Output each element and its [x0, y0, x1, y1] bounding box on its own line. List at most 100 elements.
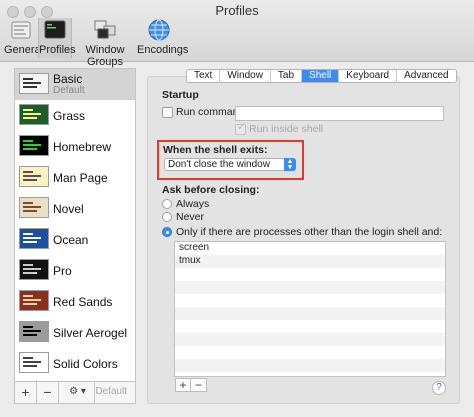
toolbar-encodings[interactable]: Encodings	[137, 18, 188, 58]
tab-window[interactable]: Window	[220, 70, 271, 82]
profile-name: Solid Colors	[53, 357, 118, 371]
profile-thumbnail-icon	[19, 197, 49, 218]
ask-always-radio[interactable]	[162, 199, 172, 209]
profile-thumbnail-icon	[19, 166, 49, 187]
popup-arrows-icon: ▲ ▼	[284, 158, 296, 171]
tab-text[interactable]: Text	[187, 70, 221, 82]
profile-row[interactable]: Basic Default	[15, 69, 135, 100]
process-list-item[interactable]: screen	[175, 242, 445, 255]
default-profile-button[interactable]: Default	[95, 386, 127, 397]
thumbnail-text-line	[23, 357, 33, 359]
tab-advanced[interactable]: Advanced	[397, 70, 455, 82]
profile-thumbnail-icon	[19, 73, 49, 94]
thumbnail-text-line	[23, 117, 37, 119]
thumbnail-text-line	[23, 113, 41, 115]
thumbnail-text-line	[23, 140, 33, 142]
toolbar-encodings-label: Encodings	[137, 44, 189, 56]
process-list-empty-row	[175, 333, 445, 346]
checkmark-icon: ✓	[237, 122, 246, 133]
thumbnail-text-line	[23, 365, 37, 367]
profile-name: Grass	[53, 109, 86, 123]
thumbnail-text-line	[23, 144, 41, 146]
profile-row[interactable]: Pro	[15, 255, 135, 286]
toolbar-general[interactable]: General	[4, 18, 43, 58]
process-list-bar: + −	[175, 378, 207, 392]
toolbar-window-groups[interactable]: Window Groups	[74, 18, 136, 68]
profile-name: Pro	[53, 264, 72, 278]
profile-thumbnail-icon	[19, 352, 49, 373]
profile-name: Novel	[53, 202, 84, 216]
remove-process-button[interactable]: −	[191, 379, 206, 391]
profile-name: Ocean	[53, 233, 89, 247]
ask-always-label: Always	[176, 198, 210, 210]
profile-thumbnail-icon	[19, 321, 49, 342]
process-list: screen tmux	[174, 241, 446, 377]
general-icon	[11, 21, 31, 39]
process-list-item[interactable]: tmux	[175, 255, 445, 268]
thumbnail-text-line	[23, 361, 41, 363]
profile-thumbnail-icon	[19, 104, 49, 125]
profile-row[interactable]: Man Page	[15, 162, 135, 193]
startup-heading: Startup	[162, 89, 199, 101]
profile-name: Homebrew	[53, 140, 112, 154]
profile-row[interactable]: Silver Aerogel	[15, 317, 135, 348]
profile-actions-gear-button[interactable]: ⚙ ▾	[61, 382, 95, 403]
ask-never-label: Never	[176, 211, 205, 223]
process-list-empty-row	[175, 320, 445, 333]
thumbnail-text-line	[23, 241, 37, 243]
profile-row[interactable]: Homebrew	[15, 131, 135, 162]
when-shell-exits-value: Don't close the window	[168, 159, 270, 170]
thumbnail-text-line	[23, 210, 37, 212]
profile-row[interactable]: Novel	[15, 193, 135, 224]
thumbnail-text-line	[23, 206, 41, 208]
thumbnail-text-line	[23, 330, 41, 332]
remove-profile-button[interactable]: −	[37, 382, 59, 403]
toolbar-profiles-label: Profiles	[39, 44, 76, 56]
toolbar-window-groups-label: Window Groups	[85, 44, 125, 68]
thumbnail-text-line	[23, 82, 41, 84]
run-command-checkbox[interactable]	[162, 107, 173, 118]
encodings-icon	[148, 19, 170, 41]
toolbar-profiles[interactable]: Profiles	[38, 18, 76, 58]
profile-default-badge: Default	[53, 85, 85, 96]
run-command-field[interactable]	[235, 106, 444, 121]
thumbnail-text-line	[23, 237, 41, 239]
profiles-list: Basic Default Grass Homebrew Man Page Novel Oc…	[14, 68, 136, 382]
profile-name: Man Page	[53, 171, 108, 185]
profile-row[interactable]: Grass	[15, 100, 135, 131]
profile-row[interactable]: Red Sands	[15, 286, 135, 317]
thumbnail-text-line	[23, 264, 33, 266]
window-groups-icon	[94, 20, 116, 39]
thumbnail-text-line	[23, 109, 33, 111]
thumbnail-text-line	[23, 295, 33, 297]
process-list-empty-row	[175, 346, 445, 359]
thumbnail-text-line	[23, 148, 37, 150]
add-profile-button[interactable]: +	[15, 382, 37, 403]
process-list-empty-row	[175, 281, 445, 294]
tab-keyboard[interactable]: Keyboard	[339, 70, 398, 82]
help-button[interactable]: ?	[432, 381, 446, 395]
settings-tabs: Text Window Tab Shell Keyboard Advanced	[186, 69, 457, 83]
when-shell-exits-select[interactable]: Don't close the window ▲ ▼	[164, 158, 296, 171]
thumbnail-text-line	[23, 202, 33, 204]
thumbnail-text-line	[23, 272, 37, 274]
thumbnail-text-line	[23, 86, 37, 88]
thumbnail-text-line	[23, 78, 33, 80]
ask-only-if-processes-radio[interactable]	[162, 227, 172, 237]
ask-only-if-processes-label: Only if there are processes other than t…	[176, 226, 443, 238]
profile-thumbnail-icon	[19, 228, 49, 249]
thumbnail-text-line	[23, 175, 41, 177]
profile-thumbnail-icon	[19, 135, 49, 156]
ask-never-radio[interactable]	[162, 212, 172, 222]
profile-name: Basic	[53, 72, 83, 86]
profile-thumbnail-icon	[19, 290, 49, 311]
profile-row[interactable]: Solid Colors	[15, 348, 135, 379]
thumbnail-text-line	[23, 268, 41, 270]
add-process-button[interactable]: +	[176, 379, 191, 391]
profile-row[interactable]: Ocean	[15, 224, 135, 255]
run-inside-shell-checkbox[interactable]: ✓	[235, 122, 246, 135]
thumbnail-text-line	[23, 334, 37, 336]
tab-tab[interactable]: Tab	[271, 70, 303, 82]
tab-shell[interactable]: Shell	[302, 70, 340, 82]
process-list-empty-row	[175, 359, 445, 372]
